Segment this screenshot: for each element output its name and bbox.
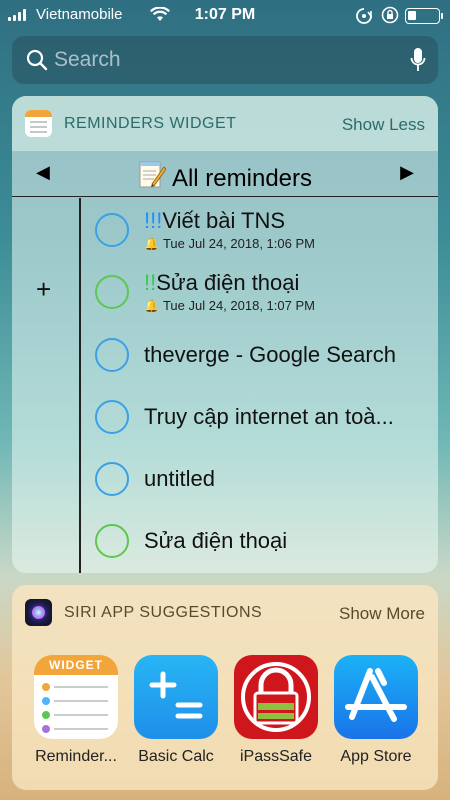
plus-equals-icon xyxy=(149,671,203,719)
reminder-title: !!Sửa điện thoại xyxy=(144,270,299,296)
siri-app-suggestions-widget: SIRI APP SUGGESTIONS Show More WIDGET Re… xyxy=(12,585,438,790)
memo-icon xyxy=(139,161,166,188)
complete-checkbox[interactable] xyxy=(95,338,129,372)
complete-checkbox[interactable] xyxy=(95,524,129,558)
siri-widget-title: SIRI APP SUGGESTIONS xyxy=(64,604,263,621)
reminders-widget-app-icon xyxy=(25,110,52,137)
rotation-lock-icon xyxy=(356,8,372,24)
priority-marker: !! xyxy=(144,270,157,295)
app-suggestion-ipasssafe[interactable]: iPassSafe xyxy=(224,655,324,780)
app-label: Reminder... xyxy=(35,748,117,765)
reminder-title: !!!Viết bài TNS xyxy=(144,208,285,234)
search-bar[interactable] xyxy=(12,36,438,84)
app-label: App Store xyxy=(340,748,412,765)
add-reminder-button[interactable]: + xyxy=(36,274,51,305)
reminder-due-date: 🔔 Tue Jul 24, 2018, 1:06 PM xyxy=(144,236,315,251)
reminder-item[interactable]: untitled xyxy=(80,448,438,510)
due-date-text: Tue Jul 24, 2018, 1:07 PM xyxy=(162,298,315,313)
priority-marker: !!! xyxy=(144,208,163,233)
siri-widget-header: SIRI APP SUGGESTIONS Show More xyxy=(12,585,438,640)
reminders-widget: REMINDERS WIDGET Show Less ◀ All reminde… xyxy=(12,96,438,573)
app-suggestion-reminders[interactable]: WIDGET Reminder... xyxy=(24,655,124,780)
due-date-text: Tue Jul 24, 2018, 1:06 PM xyxy=(162,236,315,251)
complete-checkbox[interactable] xyxy=(95,275,129,309)
complete-checkbox[interactable] xyxy=(95,213,129,247)
orientation-lock-icon xyxy=(381,6,399,24)
reminder-item[interactable]: theverge - Google Search xyxy=(80,324,438,386)
search-icon xyxy=(26,49,48,71)
padlock-icon xyxy=(241,662,311,732)
complete-checkbox[interactable] xyxy=(95,462,129,496)
alarm-bell-icon: 🔔 xyxy=(144,299,159,313)
widget-icon-label: WIDGET xyxy=(34,655,118,675)
reminder-item[interactable]: !!!Viết bài TNS 🔔 Tue Jul 24, 2018, 1:06 … xyxy=(80,200,438,262)
list-title: All reminders xyxy=(12,159,438,193)
complete-checkbox[interactable] xyxy=(95,400,129,434)
app-label: Basic Calc xyxy=(138,748,214,765)
app-store-app-icon[interactable] xyxy=(334,655,418,739)
reminder-item[interactable]: Truy cập internet an toà... xyxy=(80,386,438,448)
status-bar: Vietnamobile 1:07 PM xyxy=(0,0,450,30)
battery-icon xyxy=(405,8,443,24)
reminder-item[interactable]: Sửa điện thoại xyxy=(80,510,438,572)
reminder-title-text: Viết bài TNS xyxy=(162,208,286,233)
next-list-button[interactable]: ▶ xyxy=(400,162,414,183)
search-input[interactable] xyxy=(54,46,384,74)
reminder-due-date: 🔔 Tue Jul 24, 2018, 1:07 PM xyxy=(144,298,315,313)
reminder-title-text: Sửa điện thoại xyxy=(156,270,300,295)
reminders-widget-header: REMINDERS WIDGET Show Less xyxy=(12,96,438,151)
app-store-a-icon xyxy=(345,668,407,722)
reminders-widget-title: REMINDERS WIDGET xyxy=(64,115,237,132)
reminder-title-text: Truy cập internet an toà... xyxy=(144,404,394,429)
ipasssafe-lock-app-icon[interactable] xyxy=(234,655,318,739)
reminder-title-text: untitled xyxy=(144,466,215,491)
reminder-title-text: Sửa điện thoại xyxy=(144,528,288,553)
app-suggestions-row: WIDGET Reminder... Basic Calc iPassSafe … xyxy=(12,655,438,785)
app-suggestion-basic-calc[interactable]: Basic Calc xyxy=(124,655,224,780)
reminder-title-text: theverge - Google Search xyxy=(144,342,396,367)
list-title-text: All reminders xyxy=(171,165,313,192)
microphone-icon[interactable] xyxy=(410,47,426,73)
alarm-bell-icon: 🔔 xyxy=(144,237,159,251)
calculator-app-icon[interactable] xyxy=(134,655,218,739)
siri-icon xyxy=(25,599,52,626)
app-suggestion-app-store[interactable]: App Store xyxy=(324,655,424,780)
list-navigation: ◀ All reminders ▶ xyxy=(12,151,438,197)
show-less-button[interactable]: Show Less xyxy=(342,115,425,135)
app-label: iPassSafe xyxy=(239,748,313,765)
show-more-button[interactable]: Show More xyxy=(339,604,425,624)
reminders-widget-app-icon[interactable]: WIDGET xyxy=(34,655,118,739)
reminder-item[interactable]: !!Sửa điện thoại 🔔 Tue Jul 24, 2018, 1:07… xyxy=(80,262,438,324)
